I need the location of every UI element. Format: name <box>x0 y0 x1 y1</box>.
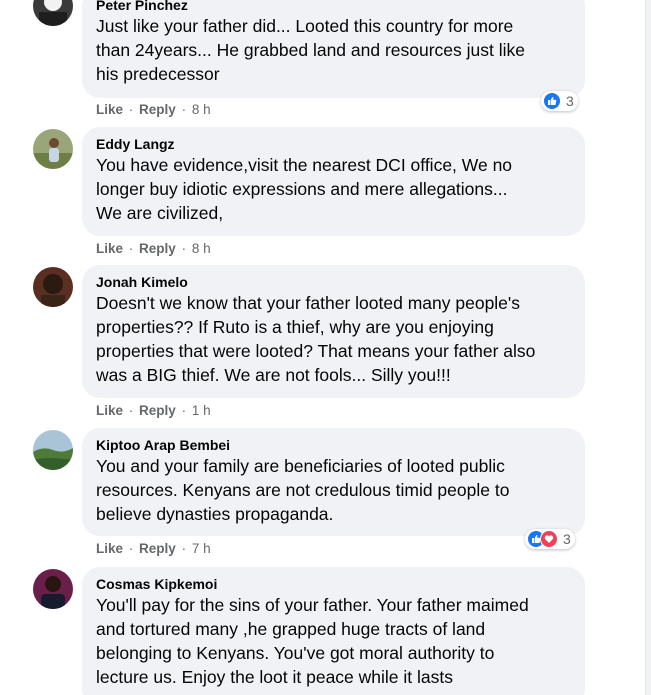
comments-feed: Peter Pinchez Just like your father did.… <box>0 0 651 695</box>
comment-author[interactable]: Eddy Langz <box>96 135 571 153</box>
reaction-count: 3 <box>566 93 574 109</box>
reply-button[interactable]: Reply <box>139 541 176 556</box>
comment-timestamp[interactable]: 7 h <box>192 541 211 556</box>
reply-button[interactable]: Reply <box>139 241 176 256</box>
comment-author[interactable]: Jonah Kimelo <box>96 273 571 291</box>
separator: · <box>128 403 134 418</box>
comment-text: You'll pay for the sins of your father. … <box>96 595 529 687</box>
like-button[interactable]: Like <box>96 241 123 256</box>
comment-bubble: Eddy Langz You have evidence,visit the n… <box>82 127 585 236</box>
comment-author[interactable]: Cosmas Kipkemoi <box>96 575 571 593</box>
comment-text: Just like your father did... Looted this… <box>96 16 526 84</box>
comment-actions: Like · Reply · 1 h <box>96 403 211 418</box>
reaction-count: 3 <box>563 531 571 547</box>
love-reaction-icon <box>540 530 558 548</box>
separator: · <box>181 241 187 256</box>
separator: · <box>181 541 187 556</box>
comment-author[interactable]: Kiptoo Arap Bembei <box>96 436 571 454</box>
reply-button[interactable]: Reply <box>139 403 176 418</box>
reply-button[interactable]: Reply <box>139 102 176 117</box>
avatar[interactable] <box>33 129 73 169</box>
comment-text: You have evidence,visit the nearest DCI … <box>96 155 513 223</box>
like-button[interactable]: Like <box>96 403 123 418</box>
comment-actions: Like · Reply · 8 h <box>96 241 211 256</box>
reaction-summary[interactable]: 3 <box>525 529 575 549</box>
avatar[interactable] <box>33 430 73 470</box>
comment-timestamp[interactable]: 8 h <box>192 102 211 117</box>
comment-author[interactable]: Peter Pinchez <box>96 0 571 14</box>
separator: · <box>181 403 187 418</box>
separator: · <box>181 102 187 117</box>
comment-text: You and your family are beneficiaries of… <box>96 456 510 524</box>
like-button[interactable]: Like <box>96 102 123 117</box>
comment-text: Doesn't we know that your father looted … <box>96 293 536 385</box>
separator: · <box>128 241 134 256</box>
separator: · <box>128 102 134 117</box>
avatar[interactable] <box>33 569 73 609</box>
comment-actions: Like · Reply · 8 h <box>96 102 211 117</box>
like-reaction-icon <box>543 92 561 110</box>
reaction-summary[interactable]: 3 <box>541 91 578 111</box>
comment-bubble: Kiptoo Arap Bembei You and your family a… <box>82 428 585 536</box>
comment-bubble: Jonah Kimelo Doesn't we know that your f… <box>82 265 585 398</box>
comment-timestamp[interactable]: 1 h <box>192 403 211 418</box>
avatar[interactable] <box>33 0 73 26</box>
scrollbar-track[interactable] <box>645 0 651 695</box>
avatar[interactable] <box>33 267 73 307</box>
comment-actions: Like · Reply · 7 h <box>96 541 211 556</box>
like-button[interactable]: Like <box>96 541 123 556</box>
separator: · <box>128 541 134 556</box>
comment-bubble: Peter Pinchez Just like your father did.… <box>82 0 585 98</box>
comment-timestamp[interactable]: 8 h <box>192 241 211 256</box>
comment-bubble: Cosmas Kipkemoi You'll pay for the sins … <box>82 567 585 695</box>
